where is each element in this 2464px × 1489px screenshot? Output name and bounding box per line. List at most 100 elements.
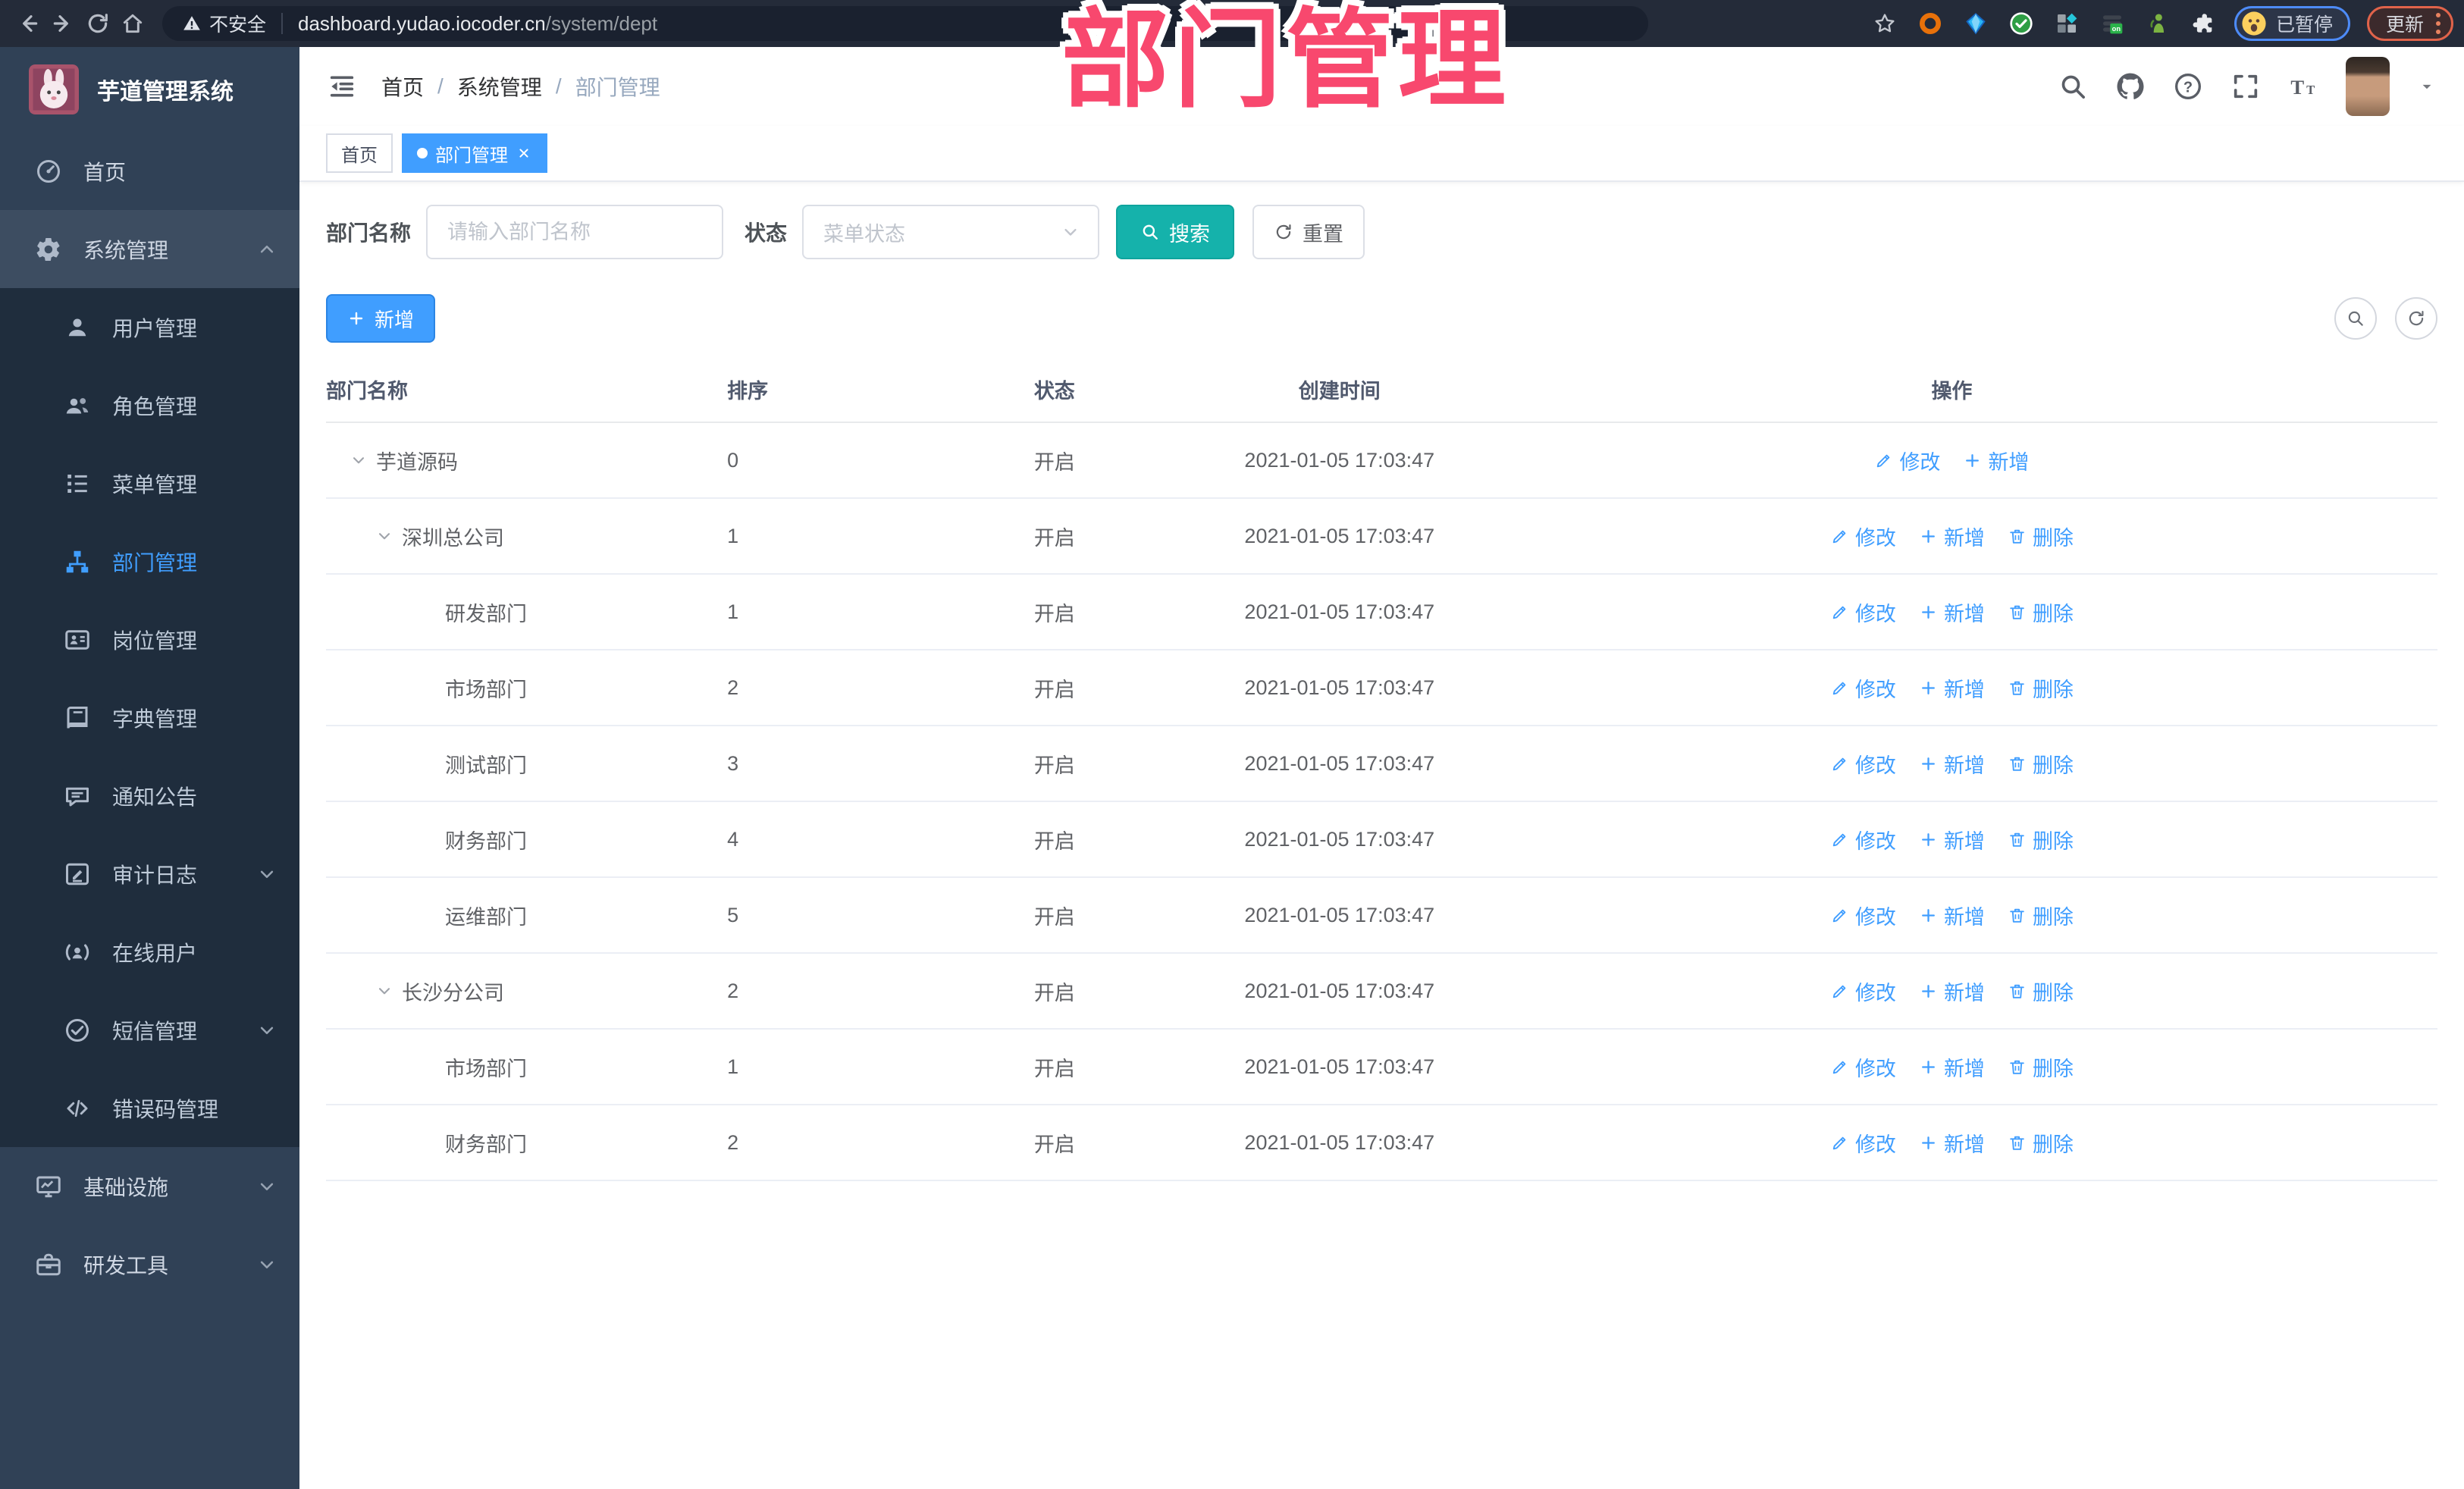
dept-name-label: 部门名称 (326, 221, 412, 245)
edit-action-link[interactable]: 修改 (1874, 446, 1940, 475)
sidebar-item-dev-tools[interactable]: 研发工具 (0, 1225, 299, 1303)
add-action-link[interactable]: 新增 (1919, 749, 1985, 779)
users-icon (64, 392, 91, 419)
sidebar-item-user-management[interactable]: 用户管理 (0, 288, 299, 366)
edit-action-link[interactable]: 修改 (1830, 1052, 1896, 1082)
back-button[interactable] (11, 6, 45, 41)
sidebar-item-online-users[interactable]: 在线用户 (0, 913, 299, 991)
font-size-icon[interactable]: TT (2288, 71, 2318, 102)
status-select[interactable]: 菜单状态 (802, 205, 1100, 259)
browser-profile-chip[interactable]: 已暂停 (2234, 6, 2350, 41)
extension-green-figure-icon[interactable] (2143, 9, 2172, 38)
app-logo-icon (29, 64, 79, 114)
sidebar-item-label: 岗位管理 (112, 629, 198, 653)
dept-name: 财务部门 (445, 1133, 527, 1156)
edit-action-link[interactable]: 修改 (1830, 522, 1896, 551)
hamburger-icon[interactable] (327, 71, 357, 102)
reload-button[interactable] (80, 6, 115, 41)
add-button[interactable]: 新增 (326, 294, 436, 343)
sidebar-item-audit-log[interactable]: 审计日志 (0, 835, 299, 913)
add-action-link[interactable]: 新增 (1919, 825, 1985, 854)
edit-action-link[interactable]: 修改 (1830, 597, 1896, 627)
sidebar-item-home[interactable]: 首页 (0, 132, 299, 210)
add-action-link[interactable]: 新增 (1919, 522, 1985, 551)
extension-orange-ring-icon[interactable] (1916, 9, 1945, 38)
sidebar-item-system-management[interactable]: 系统管理 (0, 210, 299, 288)
extension-green-check-icon[interactable] (2007, 9, 2036, 38)
add-action-link[interactable]: 新增 (1963, 446, 2029, 475)
add-action-link[interactable]: 新增 (1919, 1128, 1985, 1158)
extension-blue-gem-icon[interactable] (1961, 9, 1990, 38)
delete-action-link[interactable]: 删除 (2008, 901, 2074, 930)
reset-button[interactable]: 重置 (1252, 205, 1365, 259)
plus-icon (1919, 830, 1938, 849)
extensions-puzzle-icon[interactable] (2189, 9, 2218, 38)
delete-action-link[interactable]: 删除 (2008, 1052, 2074, 1082)
expand-arrow-icon[interactable] (349, 450, 368, 470)
plus-icon (1919, 1133, 1938, 1152)
sidebar-item-sms-management[interactable]: 短信管理 (0, 991, 299, 1069)
breadcrumb-item[interactable]: 系统管理 (457, 71, 542, 102)
edit-action-link[interactable]: 修改 (1830, 976, 1896, 1006)
tag-item[interactable]: 首页 (326, 133, 393, 173)
filter-form: 部门名称 状态 菜单状态 搜索 重置 (326, 205, 2437, 259)
monitor-icon (35, 1173, 62, 1200)
sidebar-item-error-code-management[interactable]: 错误码管理 (0, 1069, 299, 1147)
forward-button[interactable] (45, 6, 80, 41)
add-action-link[interactable]: 新增 (1919, 597, 1985, 627)
delete-action-link[interactable]: 删除 (2008, 825, 2074, 854)
add-action-link[interactable]: 新增 (1919, 673, 1985, 703)
sidebar-item-role-management[interactable]: 角色管理 (0, 366, 299, 444)
breadcrumb-item[interactable]: 首页 (381, 71, 424, 102)
help-icon[interactable]: ? (2173, 71, 2203, 102)
security-warning[interactable]: 不安全 (182, 10, 266, 37)
add-action-link[interactable]: 新增 (1919, 1052, 1985, 1082)
sidebar-item-infrastructure[interactable]: 基础设施 (0, 1147, 299, 1225)
sidebar-item-post-management[interactable]: 岗位管理 (0, 600, 299, 679)
delete-action-link[interactable]: 删除 (2008, 1128, 2074, 1158)
github-icon[interactable] (2115, 71, 2146, 102)
sidebar-item-dept-management[interactable]: 部门管理 (0, 522, 299, 600)
delete-action-link[interactable]: 删除 (2008, 749, 2074, 779)
refresh-table-button[interactable] (2395, 297, 2437, 340)
browser-menu-icon[interactable] (2436, 13, 2440, 34)
chevron-down-icon[interactable] (2417, 77, 2437, 96)
bookmark-star-icon[interactable] (1870, 9, 1899, 38)
browser-update-button[interactable]: 更新 (2366, 6, 2453, 41)
dept-status: 开启 (895, 1105, 1213, 1181)
tag-active[interactable]: 部门管理 (402, 133, 547, 173)
edit-action-link[interactable]: 修改 (1830, 673, 1896, 703)
delete-action-link[interactable]: 删除 (2008, 522, 2074, 551)
sidebar-logo[interactable]: 芋道管理系统 (0, 47, 299, 132)
edit-action-link[interactable]: 修改 (1830, 749, 1896, 779)
delete-action-link[interactable]: 删除 (2008, 597, 2074, 627)
sidebar-item-menu-management[interactable]: 菜单管理 (0, 444, 299, 522)
extension-tampermonkey-icon[interactable]: on (2098, 9, 2127, 38)
sidebar-item-notice-announcement[interactable]: 通知公告 (0, 757, 299, 835)
add-action-link[interactable]: 新增 (1919, 901, 1985, 930)
toggle-search-button[interactable] (2334, 297, 2377, 340)
expand-arrow-icon[interactable] (375, 526, 394, 546)
dept-name-input[interactable] (426, 205, 724, 259)
fullscreen-icon[interactable] (2230, 71, 2261, 102)
edit-action-link[interactable]: 修改 (1830, 825, 1896, 854)
delete-action-link[interactable]: 删除 (2008, 673, 2074, 703)
breadcrumb: 首页 / 系统管理 / 部门管理 (381, 71, 660, 102)
expand-arrow-icon[interactable] (375, 981, 394, 1001)
home-button[interactable] (115, 6, 150, 41)
edit-action-link[interactable]: 修改 (1830, 901, 1896, 930)
toolbox-icon (35, 1251, 62, 1278)
search-icon[interactable] (2058, 71, 2088, 102)
user-avatar[interactable] (2346, 57, 2390, 116)
close-icon[interactable] (516, 145, 532, 161)
dept-name: 财务部门 (445, 829, 527, 853)
edit-action-link[interactable]: 修改 (1830, 1128, 1896, 1158)
id-card-icon (64, 626, 91, 654)
add-action-link[interactable]: 新增 (1919, 976, 1985, 1006)
sidebar-item-dict-management[interactable]: 字典管理 (0, 679, 299, 757)
edit-icon (1830, 830, 1849, 849)
extension-grid-icon[interactable] (2052, 9, 2081, 38)
search-button[interactable]: 搜索 (1116, 205, 1235, 259)
breadcrumb-item: 部门管理 (575, 76, 660, 99)
delete-action-link[interactable]: 删除 (2008, 976, 2074, 1006)
